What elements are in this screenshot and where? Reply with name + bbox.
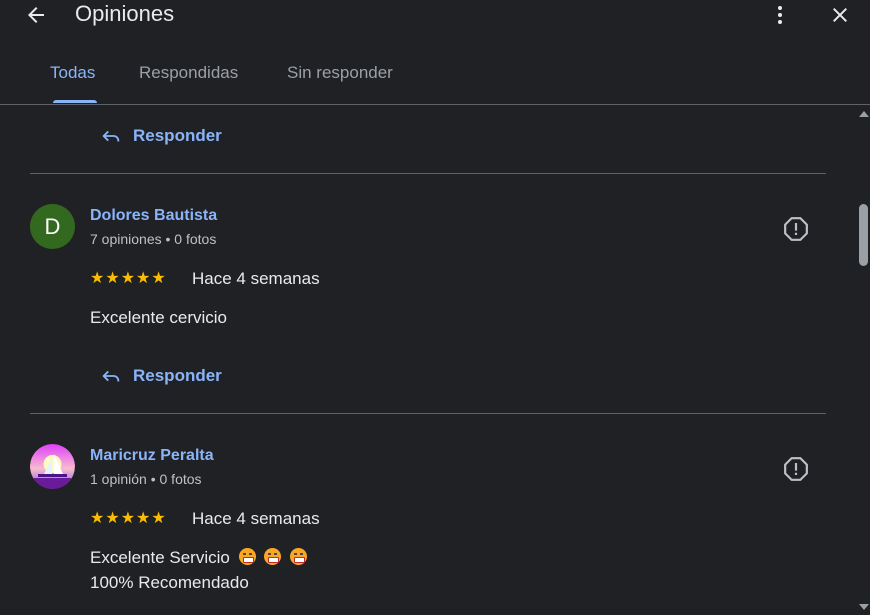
avatar-letter: D (44, 213, 61, 239)
grimacing-emoji-icon (264, 548, 282, 565)
review-text-line: 100% Recomendado (90, 573, 249, 592)
tab-todas[interactable]: Todas (50, 63, 95, 83)
report-review-button[interactable] (782, 215, 810, 243)
close-icon (833, 8, 847, 22)
scroll-down-arrow-icon[interactable] (859, 604, 869, 610)
star-icon: ★ (136, 270, 151, 287)
report-icon (784, 217, 808, 241)
avatar-image (30, 444, 75, 489)
header: Opiniones Todas Respondidas Sin responde… (0, 0, 870, 105)
reviews-list: Responder D Dolores Bautista 7 opiniones… (0, 106, 856, 615)
grimacing-emoji-icon (290, 548, 308, 565)
star-icon: ★ (151, 270, 166, 287)
grimacing-emoji-icon (238, 548, 256, 565)
star-icon: ★ (105, 270, 120, 287)
reply-button[interactable]: Responder (100, 365, 222, 387)
review-text: Excelente cervicio (90, 308, 228, 327)
tab-sin-responder[interactable]: Sin responder (287, 63, 393, 83)
reviewer-name[interactable]: Maricruz Peralta (90, 447, 214, 465)
reviewer-name[interactable]: Dolores Bautista (90, 207, 217, 225)
divider (30, 413, 826, 414)
scrollbar[interactable] (856, 106, 870, 615)
star-icon: ★ (151, 510, 166, 527)
review-text-line: Excelente Servicio (90, 548, 230, 567)
back-button[interactable] (20, 0, 52, 30)
star-icon: ★ (136, 510, 151, 527)
scroll-up-arrow-icon[interactable] (859, 111, 869, 117)
star-rating: ★ ★ ★ ★ ★ (90, 510, 166, 528)
reply-icon (102, 130, 120, 142)
report-review-button[interactable] (782, 455, 810, 483)
more-options-button[interactable] (766, 0, 794, 30)
star-icon: ★ (90, 510, 105, 527)
reply-icon (102, 370, 120, 382)
star-rating: ★ ★ ★ ★ ★ (90, 270, 166, 288)
divider (30, 173, 826, 174)
reviewer-meta: 7 opiniones • 0 fotos (90, 231, 217, 247)
reviewer-meta: 1 opinión • 0 fotos (90, 471, 202, 487)
review-text: Excelente Servicio (90, 545, 308, 570)
star-icon: ★ (120, 270, 136, 287)
review-date: Hace 4 semanas (192, 509, 320, 528)
report-icon (784, 457, 808, 481)
active-tab-indicator (53, 100, 97, 103)
page-title: Opiniones (75, 1, 175, 26)
scrollbar-thumb[interactable] (859, 204, 868, 266)
star-icon: ★ (90, 270, 105, 287)
arrow-left-icon (28, 7, 44, 23)
tab-respondidas[interactable]: Respondidas (139, 63, 238, 83)
reply-label: Responder (133, 366, 222, 385)
review-date: Hace 4 semanas (192, 269, 320, 288)
reply-label: Responder (133, 126, 222, 145)
star-icon: ★ (105, 510, 120, 527)
reply-button[interactable]: Responder (100, 125, 222, 147)
avatar[interactable]: D (30, 204, 75, 249)
avatar[interactable] (30, 444, 75, 489)
close-button[interactable] (826, 0, 854, 30)
star-icon: ★ (120, 510, 136, 527)
more-vert-icon (778, 6, 782, 24)
